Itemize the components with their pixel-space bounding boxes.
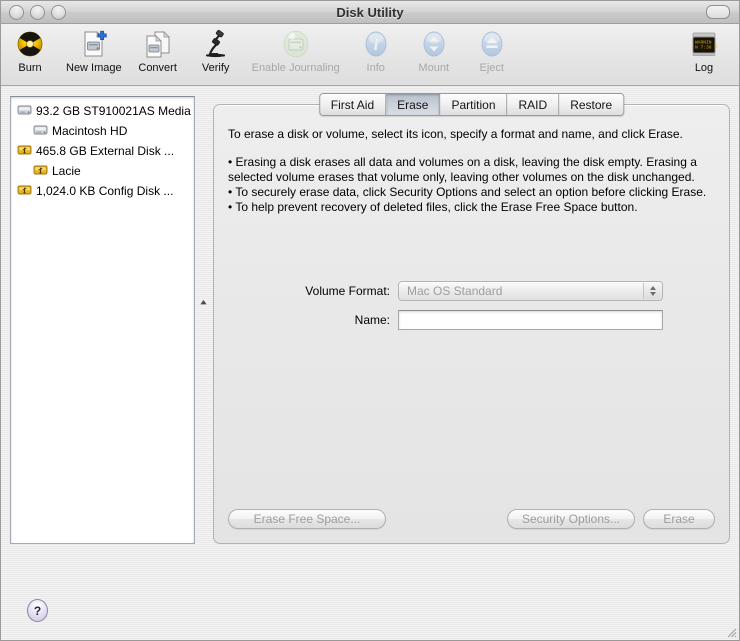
disk-list-item-label: 465.8 GB External Disk ... — [36, 144, 175, 158]
erase-button[interactable]: Erase — [643, 509, 715, 529]
erase-bullet: • Erasing a disk erases all data and vol… — [228, 155, 697, 184]
disk-list-item-label: Macintosh HD — [52, 124, 128, 138]
disk-list-item[interactable]: Macintosh HD — [11, 121, 194, 141]
title-bar: Disk Utility — [1, 1, 739, 24]
name-row: Name: — [248, 310, 715, 330]
erase-panel: First Aid Erase Partition RAID Restore T… — [213, 93, 730, 544]
toolbar-toggle-container — [706, 5, 730, 19]
toolbar-label: Burn — [18, 62, 42, 74]
volume-format-select[interactable]: Mac OS Standard — [398, 281, 663, 301]
name-input[interactable] — [398, 310, 663, 330]
disk-list-item-label: 1,024.0 KB Config Disk ... — [36, 184, 174, 198]
disk-list-sidebar[interactable]: 93.2 GB ST910021AS Media Macintosh HD 46… — [10, 96, 195, 544]
convert-icon — [143, 28, 173, 60]
tab-partition[interactable]: Partition — [440, 94, 508, 115]
erase-bullet-list: • Erasing a disk erases all data and vol… — [228, 155, 715, 215]
toolbar-button-info[interactable]: i Info — [347, 28, 405, 74]
toolbar-label: Convert — [138, 62, 177, 74]
toolbar-toggle-button[interactable] — [706, 5, 730, 19]
disk-list-item[interactable]: 465.8 GB External Disk ... — [11, 141, 194, 161]
disk-list-item-label: 93.2 GB ST910021AS Media — [36, 104, 191, 118]
burn-icon — [15, 28, 45, 60]
toolbar: Burn New Image Convert Verify Enable Jou… — [1, 24, 739, 86]
verify-microscope-icon — [201, 28, 231, 60]
toolbar-label: New Image — [66, 62, 122, 74]
toolbar-label: Log — [694, 62, 714, 74]
toolbar-label: Mount — [418, 62, 449, 74]
erase-intro-text: To erase a disk or volume, select its ic… — [228, 127, 683, 141]
toolbar-button-enable-journaling[interactable]: Enable Journaling — [245, 28, 347, 74]
svg-text:N 7:36 P: N 7:36 P — [695, 45, 717, 51]
tab-first-aid[interactable]: First Aid — [319, 94, 387, 115]
volume-format-value: Mac OS Standard — [407, 284, 503, 298]
resize-grip-icon[interactable] — [723, 624, 737, 638]
toolbar-label: Verify — [201, 62, 230, 74]
toolbar-button-new-image[interactable]: New Image — [59, 28, 129, 74]
svg-text:i: i — [373, 37, 378, 54]
info-icon: i — [363, 28, 389, 60]
usb-drive-icon — [17, 143, 32, 160]
toolbar-button-eject[interactable]: Eject — [463, 28, 521, 74]
zoom-button[interactable] — [51, 4, 66, 20]
toolbar-label: Enable Journaling — [251, 62, 340, 74]
erase-action-buttons: Erase Free Space... Security Options... … — [228, 509, 715, 529]
toolbar-button-burn[interactable]: Burn — [1, 28, 59, 74]
enable-journaling-icon — [280, 28, 312, 60]
close-button[interactable] — [9, 4, 24, 20]
new-image-icon — [79, 28, 109, 60]
eject-icon — [479, 28, 505, 60]
tab-restore[interactable]: Restore — [559, 94, 624, 115]
security-options-button[interactable]: Security Options... — [506, 509, 635, 529]
window-controls — [9, 4, 66, 20]
mount-icon — [421, 28, 447, 60]
toolbar-label: Info — [366, 62, 385, 74]
help-button[interactable]: ? — [27, 599, 48, 622]
disk-list-item-label: Lacie — [52, 164, 81, 178]
collapse-handle-icon[interactable] — [198, 297, 208, 307]
erase-bullet: • To help prevent recovery of deleted fi… — [228, 200, 638, 214]
chevron-updown-icon — [643, 283, 661, 299]
disk-list-item[interactable]: Lacie — [11, 161, 194, 181]
erase-bullet: • To securely erase data, click Security… — [228, 185, 707, 199]
disk-list-item[interactable]: 1,024.0 KB Config Disk ... — [11, 181, 194, 201]
tab-raid[interactable]: RAID — [507, 94, 560, 115]
erase-form: Volume Format: Mac OS Standard Name: — [228, 281, 715, 330]
toolbar-button-verify[interactable]: Verify — [187, 28, 245, 74]
volume-format-label: Volume Format: — [305, 284, 390, 298]
tab-bar: First Aid Erase Partition RAID Restore — [318, 93, 625, 116]
minimize-button[interactable] — [30, 4, 45, 20]
tab-erase[interactable]: Erase — [386, 94, 441, 115]
usb-drive-icon — [17, 183, 32, 200]
disk-utility-window: Disk Utility Burn New Image Convert Veri… — [0, 0, 740, 641]
toolbar-button-mount[interactable]: Mount — [405, 28, 463, 74]
disk-list-item[interactable]: 93.2 GB ST910021AS Media — [11, 101, 194, 121]
window-title: Disk Utility — [336, 4, 404, 20]
usb-volume-icon — [33, 163, 48, 180]
content-area: 93.2 GB ST910021AS Media Macintosh HD 46… — [1, 86, 739, 640]
toolbar-label: Eject — [479, 62, 504, 74]
sidebar-splitter[interactable] — [195, 94, 213, 640]
volume-format-row: Volume Format: Mac OS Standard — [248, 281, 715, 301]
internal-drive-icon — [17, 103, 32, 120]
toolbar-button-log[interactable]: WARNIN N 7:36 P Log — [675, 28, 733, 74]
erase-pane-body: To erase a disk or volume, select its ic… — [214, 105, 729, 330]
toolbar-button-convert[interactable]: Convert — [129, 28, 187, 74]
log-icon: WARNIN N 7:36 P — [689, 28, 719, 60]
volume-icon — [33, 123, 48, 140]
erase-free-space-button[interactable]: Erase Free Space... — [228, 509, 386, 529]
name-label: Name: — [354, 313, 390, 327]
